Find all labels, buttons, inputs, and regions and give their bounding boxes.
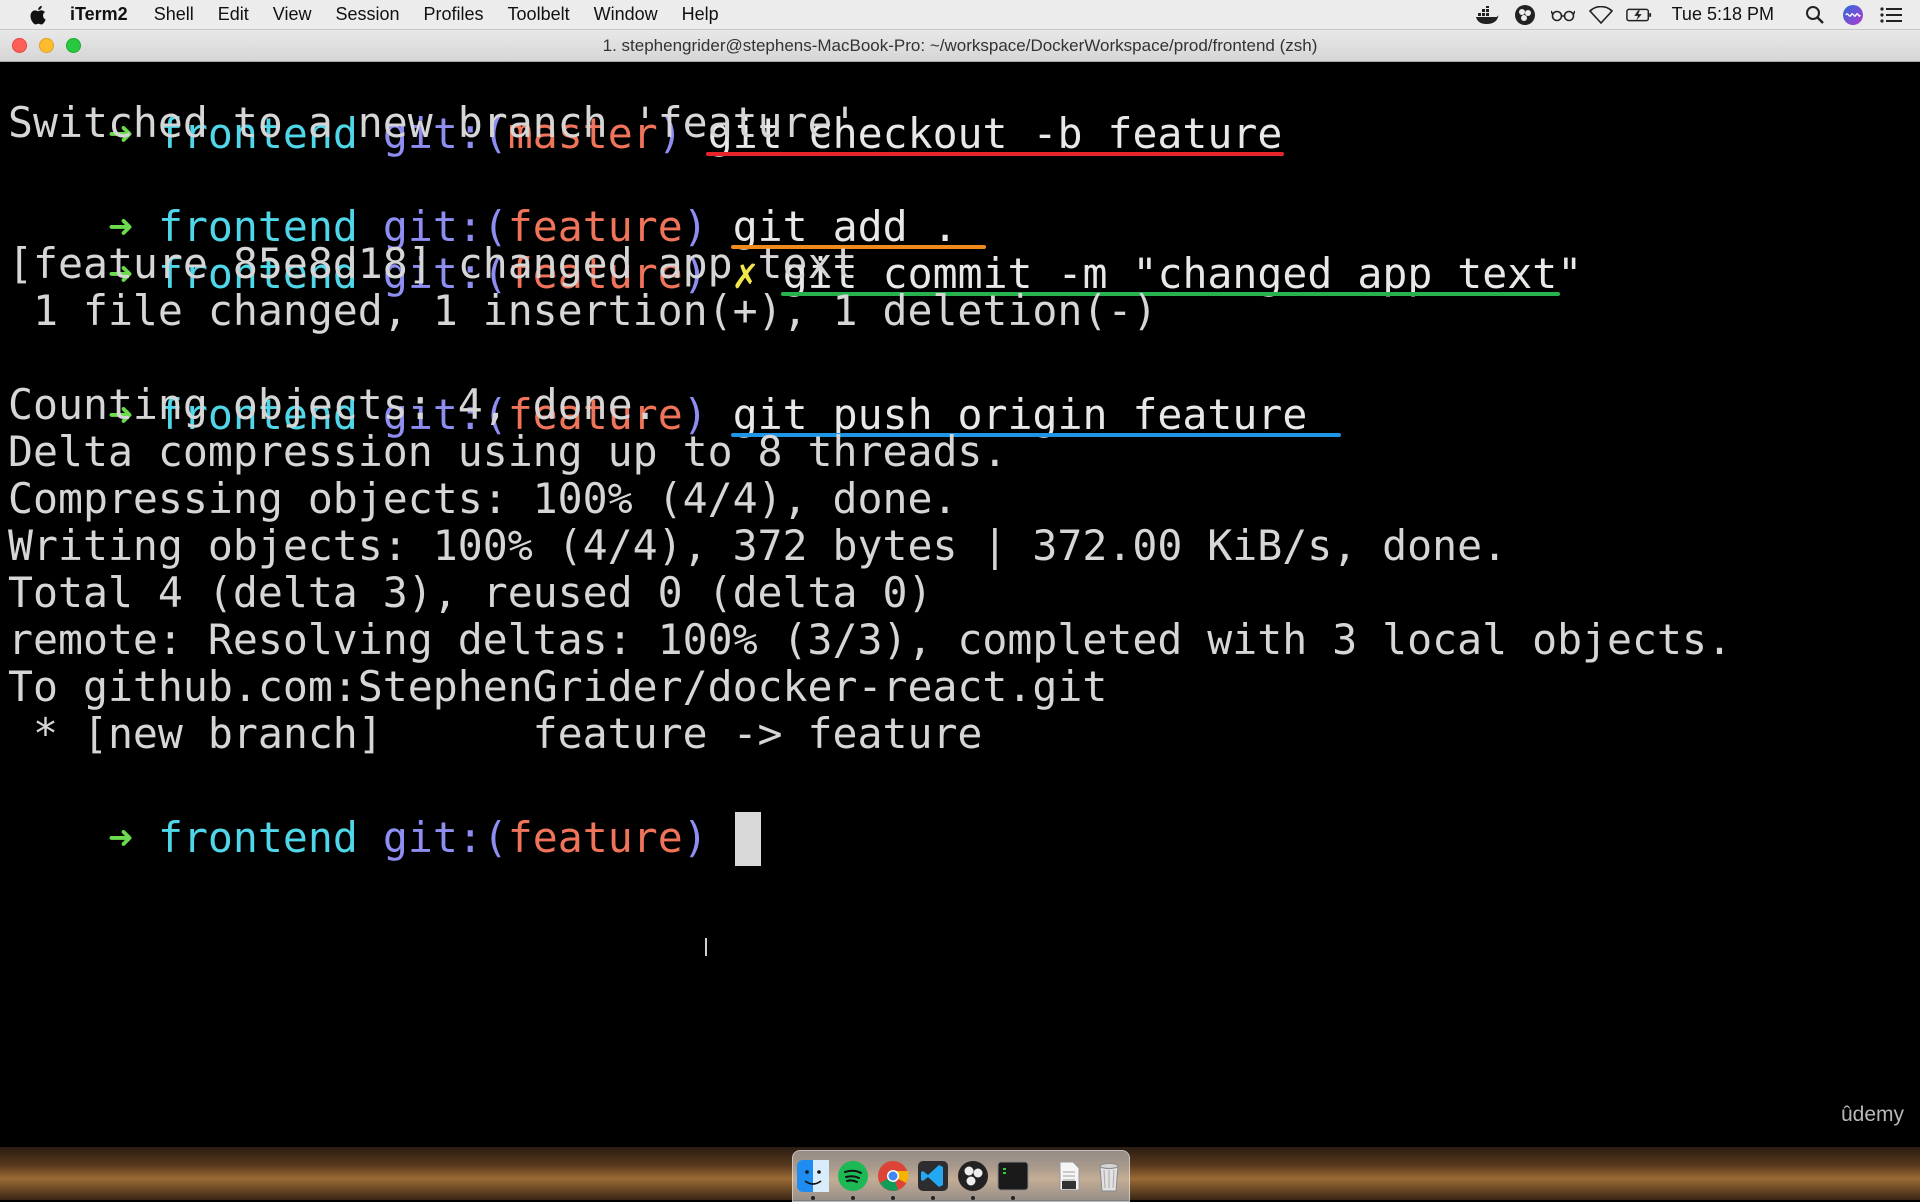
docker-icon[interactable] <box>1474 4 1500 26</box>
prompt-branch: feature <box>507 813 683 862</box>
running-indicator <box>1011 1196 1015 1200</box>
prompt-git-label: git:( <box>382 813 508 862</box>
menu-edit[interactable]: Edit <box>218 4 249 25</box>
menu-session[interactable]: Session <box>335 4 399 25</box>
running-indicator <box>851 1196 855 1200</box>
dock <box>792 1150 1130 1202</box>
vscode-icon[interactable] <box>916 1159 950 1200</box>
terminal-icon[interactable] <box>996 1159 1030 1200</box>
prompt-directory: frontend <box>157 813 358 862</box>
menu-app-name[interactable]: iTerm2 <box>70 4 128 25</box>
menu-profiles[interactable]: Profiles <box>424 4 484 25</box>
menu-toolbelt[interactable]: Toolbelt <box>508 4 570 25</box>
spotify-icon[interactable] <box>836 1159 870 1200</box>
obs-icon[interactable] <box>1512 4 1538 26</box>
notification-center-icon[interactable] <box>1878 4 1904 26</box>
terminal-session[interactable]: ➜ frontend git:(master) git checkout -b … <box>0 62 1920 1147</box>
terminal-cursor[interactable] <box>734 812 761 866</box>
apple-icon[interactable] <box>28 4 50 26</box>
udemy-watermark: ûdemy <box>1840 1103 1904 1126</box>
obs-icon[interactable] <box>956 1159 990 1200</box>
chrome-icon[interactable] <box>876 1159 910 1200</box>
menu-shell[interactable]: Shell <box>154 4 194 25</box>
finder-icon[interactable] <box>796 1159 830 1200</box>
menu-window[interactable]: Window <box>594 4 658 25</box>
running-indicator <box>811 1196 815 1200</box>
running-indicator <box>971 1196 975 1200</box>
running-indicator <box>891 1196 895 1200</box>
battery-icon[interactable] <box>1625 4 1652 26</box>
prompt-arrow: ➜ <box>107 813 133 862</box>
menu-view[interactable]: View <box>273 4 312 25</box>
menu-help[interactable]: Help <box>682 4 719 25</box>
siri-icon[interactable] <box>1840 4 1866 26</box>
document-icon[interactable] <box>1052 1159 1086 1193</box>
prompt-git-close: ) <box>682 813 708 862</box>
menu-clock[interactable]: Tue 5:18 PM <box>1672 4 1774 25</box>
mouse-ibeam-cursor <box>705 938 707 956</box>
menu-bar: iTerm2 Shell Edit View Session Profiles … <box>0 0 1920 30</box>
status-area: Tue 5:18 PM <box>1462 4 1904 26</box>
spotlight-search-icon[interactable] <box>1802 4 1828 26</box>
wifi-icon[interactable] <box>1588 4 1614 26</box>
running-indicator <box>931 1196 935 1200</box>
trash-icon[interactable] <box>1092 1159 1126 1193</box>
glasses-icon[interactable] <box>1550 4 1576 26</box>
terminal-prompt-line: ➜ frontend git:(feature) <box>8 752 761 866</box>
